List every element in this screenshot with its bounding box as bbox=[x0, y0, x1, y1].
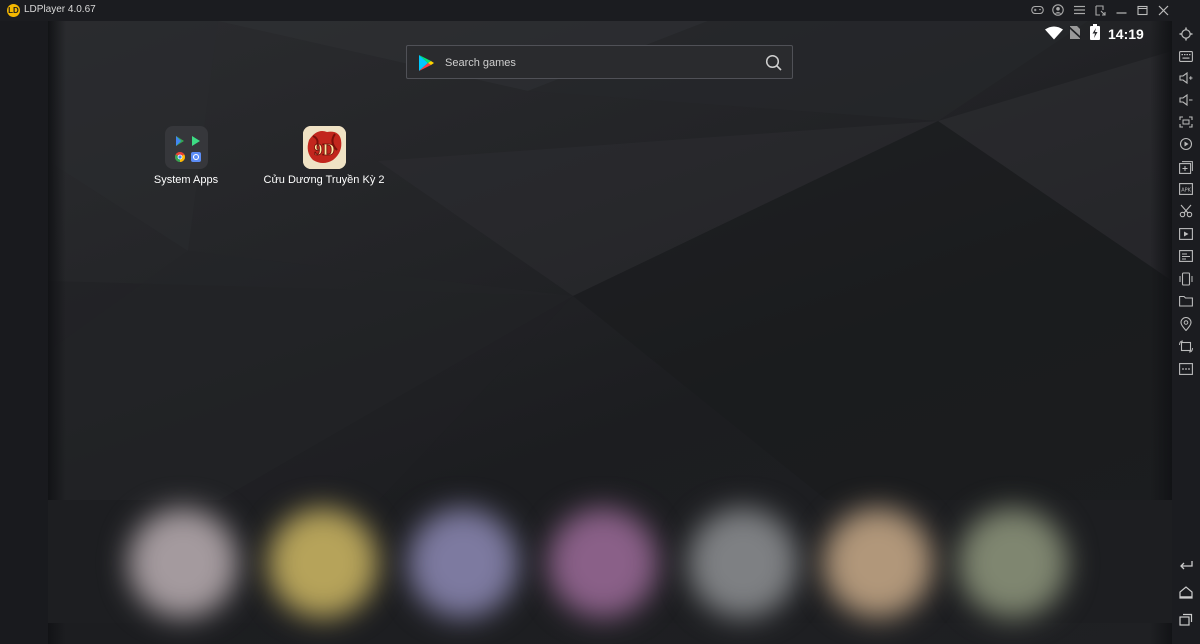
settings-icon[interactable] bbox=[1178, 26, 1194, 42]
volume-down-icon[interactable] bbox=[1178, 92, 1194, 108]
search-icon[interactable] bbox=[765, 54, 783, 72]
battery-charging-icon bbox=[1090, 24, 1100, 40]
maximize-icon[interactable] bbox=[1135, 3, 1149, 17]
dock-app-1[interactable] bbox=[128, 508, 238, 618]
window-title: LDPlayer 4.0.67 bbox=[24, 4, 96, 15]
back-icon[interactable] bbox=[1178, 557, 1194, 573]
user-icon[interactable] bbox=[1051, 3, 1065, 17]
volume-up-icon[interactable] bbox=[1178, 70, 1194, 86]
recent-apps-icon[interactable] bbox=[1178, 611, 1194, 627]
app-label: System Apps bbox=[153, 174, 219, 186]
system-apps-folder[interactable]: System Apps bbox=[146, 126, 226, 186]
scissors-icon[interactable] bbox=[1178, 203, 1194, 219]
game-icon-9d: 9D bbox=[302, 126, 346, 169]
dock-app-7[interactable] bbox=[958, 508, 1068, 618]
close-icon[interactable] bbox=[1156, 3, 1170, 17]
dock-app-2[interactable] bbox=[268, 508, 378, 618]
sync-icon[interactable] bbox=[1178, 136, 1194, 152]
wifi-icon bbox=[1045, 26, 1063, 40]
game-app-cuu-duong[interactable]: 9D Cửu Dương Truyền Kỳ 2 bbox=[263, 126, 385, 186]
title-bar: LD LDPlayer 4.0.67 bbox=[0, 0, 1200, 21]
left-border bbox=[0, 21, 48, 644]
restore-window-icon[interactable] bbox=[1093, 3, 1107, 17]
minimize-icon[interactable] bbox=[1114, 3, 1128, 17]
play-games-mini-icon bbox=[190, 135, 202, 147]
svg-text:APK: APK bbox=[1181, 188, 1191, 194]
app-label: Cửu Dương Truyền Kỳ 2 bbox=[263, 174, 385, 186]
app-dock bbox=[48, 500, 1172, 623]
right-toolbar: APK bbox=[1172, 21, 1200, 644]
google-play-icon bbox=[417, 54, 435, 72]
settings-mini-icon bbox=[190, 151, 202, 163]
dock-app-3[interactable] bbox=[408, 508, 518, 618]
no-sim-icon bbox=[1068, 25, 1082, 40]
clock: 14:19 bbox=[1108, 26, 1144, 42]
folder-icon[interactable] bbox=[1178, 293, 1194, 309]
video-record-icon[interactable] bbox=[1178, 226, 1194, 242]
screenshot-icon[interactable] bbox=[1178, 248, 1194, 264]
dock-app-6[interactable] bbox=[823, 508, 933, 618]
more-icon[interactable] bbox=[1178, 361, 1194, 377]
dock-app-4[interactable] bbox=[548, 508, 658, 618]
home-icon[interactable] bbox=[1178, 584, 1194, 600]
search-bar[interactable] bbox=[406, 45, 793, 79]
shake-icon[interactable] bbox=[1178, 271, 1194, 287]
play-store-mini-icon bbox=[174, 135, 186, 147]
fps-icon[interactable]: APK bbox=[1178, 181, 1194, 197]
search-input[interactable] bbox=[445, 55, 745, 71]
keyboard-icon[interactable] bbox=[1178, 48, 1194, 64]
rotate-icon[interactable] bbox=[1178, 338, 1194, 354]
add-apk-icon[interactable] bbox=[1178, 159, 1194, 175]
system-apps-folder-icon bbox=[164, 126, 208, 169]
menu-icon[interactable] bbox=[1072, 3, 1086, 17]
location-icon[interactable] bbox=[1178, 316, 1194, 332]
gamepad-icon[interactable] bbox=[1030, 3, 1044, 17]
fullscreen-icon[interactable] bbox=[1178, 114, 1194, 130]
dock-app-5[interactable] bbox=[688, 508, 798, 618]
ldplayer-logo-icon: LD bbox=[7, 4, 20, 17]
svg-text:9D: 9D bbox=[314, 140, 335, 159]
chrome-mini-icon bbox=[174, 151, 186, 163]
